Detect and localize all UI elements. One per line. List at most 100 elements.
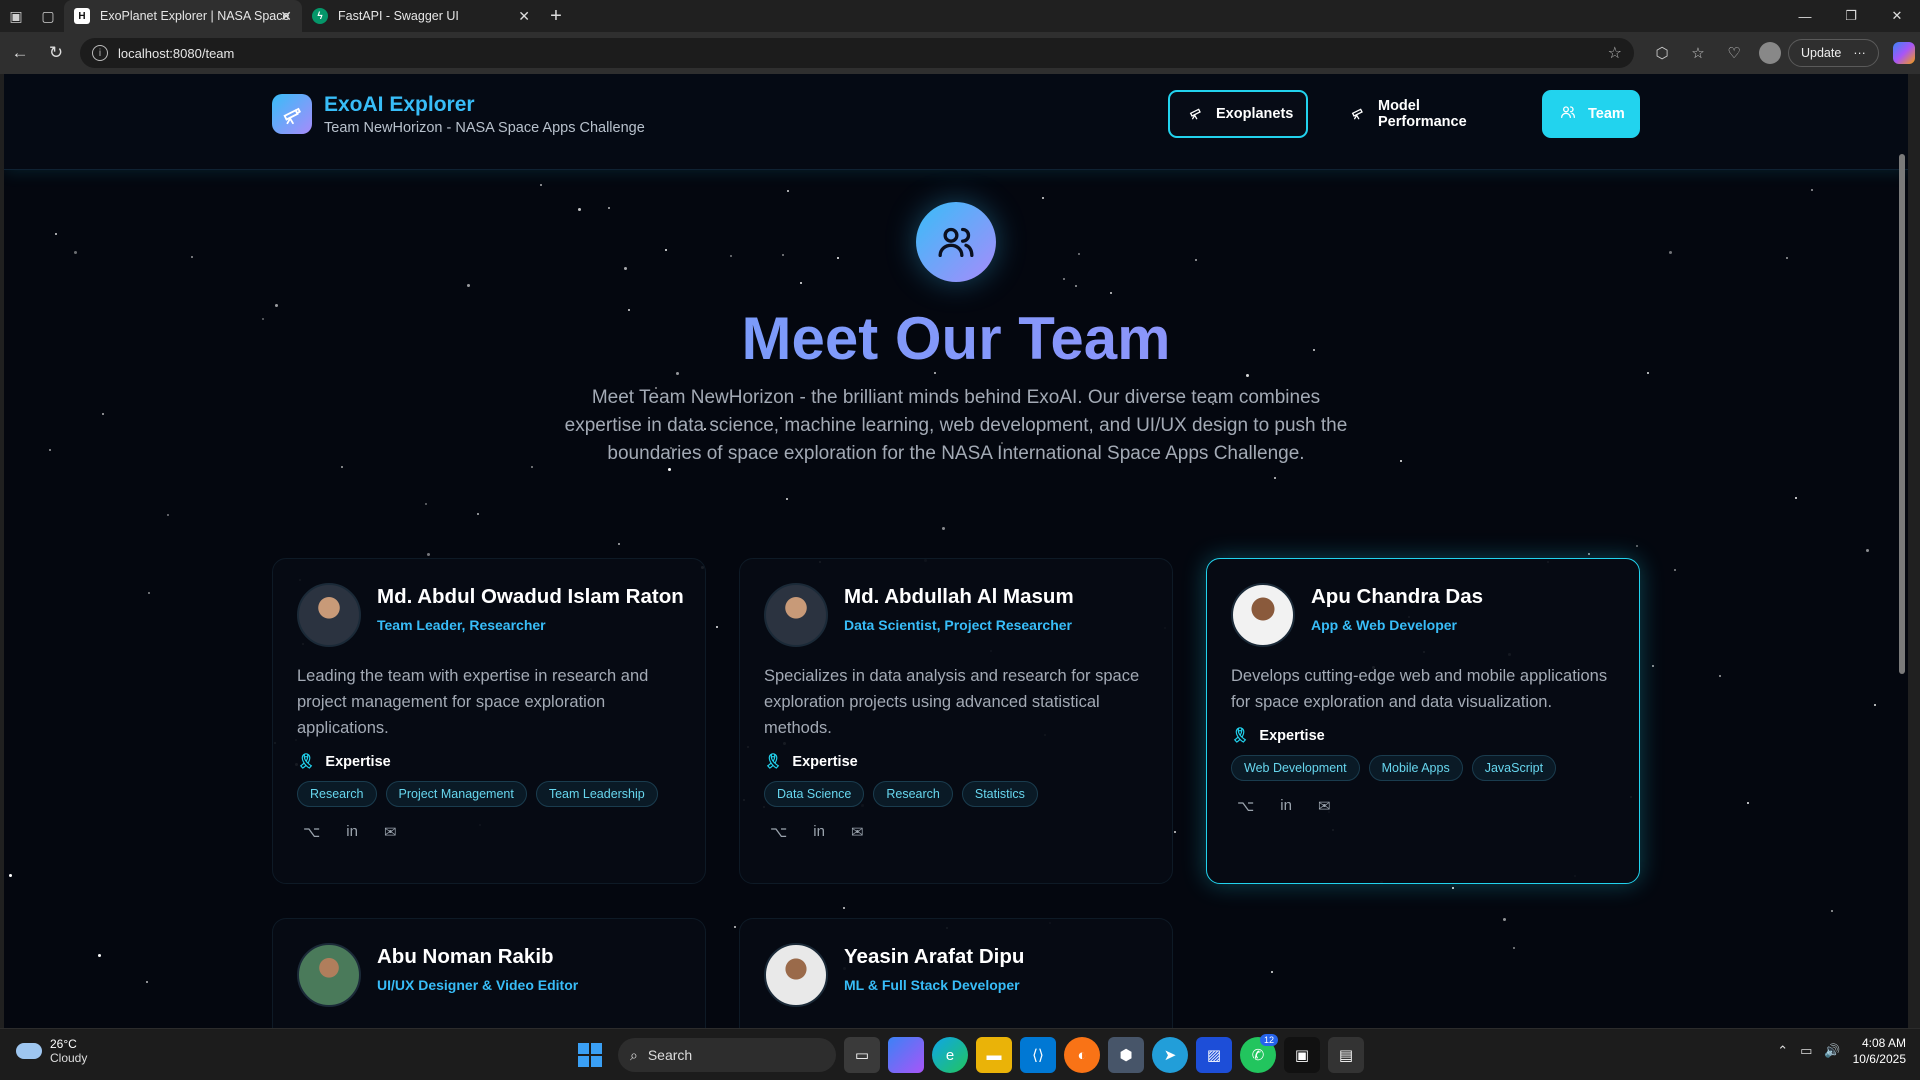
member-avatar — [764, 943, 828, 1007]
star-dot — [55, 233, 57, 235]
address-toolbar: ← ↻ i localhost:8080/team ☆ ⬡ ☆ ♡ Update… — [0, 32, 1920, 74]
star-dot — [782, 254, 784, 256]
tab-title: FastAPI - Swagger UI — [338, 9, 459, 23]
star-dot — [608, 207, 610, 209]
tab-actions-icon[interactable]: ▢ — [32, 0, 64, 32]
chevron-up-icon[interactable]: ⌃ — [1777, 1043, 1788, 1059]
browser-tab-exoplanet[interactable]: H ExoPlanet Explorer | NASA Space ✕ — [64, 0, 302, 32]
expertise-tags: Data Science Research Statistics — [764, 781, 1038, 807]
brand-subtitle: Team NewHorizon - NASA Space Apps Challe… — [324, 120, 645, 136]
star-dot — [800, 282, 802, 284]
whatsapp-icon[interactable]: ✆ 12 — [1240, 1034, 1278, 1073]
close-icon[interactable]: ✕ — [280, 8, 292, 25]
github-icon[interactable]: ⌥ — [770, 823, 787, 841]
linkedin-icon[interactable]: in — [813, 823, 825, 841]
github-icon[interactable]: ⌥ — [303, 823, 320, 841]
volume-icon[interactable]: 🔊 — [1824, 1043, 1840, 1059]
telegram-icon[interactable]: ➤ — [1152, 1037, 1188, 1073]
github-icon[interactable]: ⌥ — [1237, 797, 1254, 815]
cmd-icon[interactable]: ▤ — [1328, 1037, 1364, 1073]
expertise-heading: 🎗 Expertise — [297, 753, 391, 771]
clock[interactable]: 4:08 AM 10/6/2025 — [1853, 1035, 1906, 1067]
team-member-card[interactable]: Abu Noman Rakib UI/UX Designer & Video E… — [272, 918, 706, 1028]
star-dot — [1636, 545, 1638, 547]
star-dot — [1513, 947, 1515, 949]
window-close-button[interactable]: ✕ — [1874, 0, 1920, 32]
edge-icon[interactable]: e — [932, 1037, 968, 1073]
taskbar-search[interactable]: ⌕ Search — [618, 1038, 836, 1072]
star-dot — [618, 543, 620, 545]
url-text: localhost:8080/team — [118, 45, 235, 61]
telescope-logo-icon[interactable] — [272, 94, 312, 134]
extensions-icon[interactable]: ⬡ — [1644, 35, 1680, 71]
vscode-icon[interactable]: ⟨⟩ — [1020, 1037, 1056, 1073]
browser-tab-fastapi[interactable]: ϟ FastAPI - Swagger UI ✕ — [302, 0, 540, 32]
site-info-icon[interactable]: i — [92, 45, 108, 61]
nav-exoplanets-button[interactable]: Exoplanets — [1168, 90, 1308, 138]
page-description: Meet Team NewHorizon - the brilliant min… — [564, 387, 1348, 464]
back-button[interactable]: ← — [2, 35, 38, 71]
more-menu-icon[interactable]: ··· — [1853, 46, 1866, 60]
restore-button[interactable]: ❐ — [1828, 0, 1874, 32]
update-button[interactable]: Update ··· — [1788, 39, 1879, 67]
member-name: Md. Abdullah Al Masum — [844, 585, 1074, 608]
favorites-icon[interactable]: ☆ — [1680, 35, 1716, 71]
member-description: Specializes in data analysis and researc… — [764, 667, 1140, 737]
photos-icon[interactable]: ▨ — [1196, 1037, 1232, 1073]
star-dot — [1503, 918, 1506, 921]
expertise-heading: 🎗 Expertise — [764, 753, 858, 771]
star-dot — [1271, 971, 1273, 973]
start-button[interactable] — [578, 1043, 602, 1067]
team-users-icon — [916, 202, 996, 282]
team-member-card[interactable]: Apu Chandra Das App & Web Developer Deve… — [1206, 558, 1640, 884]
mail-icon[interactable]: ✉ — [851, 823, 864, 841]
file-explorer-icon[interactable]: ▬ — [976, 1037, 1012, 1073]
nav-model-performance-button[interactable]: Model Performance — [1332, 90, 1522, 138]
star-dot — [1669, 251, 1672, 254]
copilot-icon[interactable] — [1892, 42, 1915, 64]
star-dot — [1811, 189, 1813, 191]
team-member-card[interactable]: Yeasin Arafat Dipu ML & Full Stack Devel… — [739, 918, 1173, 1028]
firefox-icon[interactable]: ◐ — [1064, 1037, 1100, 1073]
task-view-icon[interactable]: ▭ — [844, 1037, 880, 1073]
linkedin-icon[interactable]: in — [346, 823, 358, 841]
team-member-card[interactable]: Md. Abdullah Al Masum Data Scientist, Pr… — [739, 558, 1173, 884]
member-avatar — [297, 943, 361, 1007]
star-dot — [477, 513, 479, 515]
workspaces-icon[interactable]: ▣ — [0, 0, 32, 32]
new-tab-button[interactable]: + — [540, 0, 572, 32]
member-avatar — [1231, 583, 1295, 647]
profile-avatar[interactable] — [1759, 42, 1781, 64]
refresh-button[interactable]: ↻ — [38, 35, 74, 71]
expertise-label: Expertise — [792, 753, 858, 770]
star-dot — [1786, 257, 1788, 259]
brand-title[interactable]: ExoAI Explorer — [324, 93, 475, 117]
team-member-card[interactable]: Md. Abdul Owadud Islam Raton Team Leader… — [272, 558, 706, 884]
network-icon[interactable]: ▭ — [1800, 1043, 1812, 1059]
browser-essentials-icon[interactable]: ♡ — [1716, 35, 1752, 71]
address-bar[interactable]: i localhost:8080/team ☆ — [80, 38, 1634, 68]
star-dot — [1246, 374, 1249, 377]
nav-team-button[interactable]: Team — [1542, 90, 1640, 138]
star-dot — [843, 907, 845, 909]
virtualbox-icon[interactable]: ⬢ — [1108, 1037, 1144, 1073]
star-dot — [425, 503, 427, 505]
mail-icon[interactable]: ✉ — [1318, 797, 1331, 815]
close-icon[interactable]: ✕ — [518, 8, 530, 25]
favorite-star-icon[interactable]: ☆ — [1608, 43, 1622, 63]
expertise-tag: JavaScript — [1471, 755, 1557, 781]
copilot-app-icon[interactable] — [888, 1037, 924, 1073]
award-icon: 🎗 — [764, 754, 783, 770]
member-role: ML & Full Stack Developer — [844, 977, 1020, 993]
expertise-tags: Research Project Management Team Leaders… — [297, 781, 658, 807]
page-scrollbar[interactable] — [1899, 154, 1905, 674]
star-dot — [1719, 675, 1721, 677]
terminal-icon[interactable]: ▣ — [1284, 1037, 1320, 1073]
star-dot — [146, 981, 148, 983]
weather-widget[interactable]: 26°C Cloudy — [16, 1037, 87, 1065]
minimize-button[interactable]: — — [1782, 0, 1828, 32]
star-dot — [341, 466, 343, 468]
mail-icon[interactable]: ✉ — [384, 823, 397, 841]
clock-time: 4:08 AM — [1861, 1036, 1906, 1050]
linkedin-icon[interactable]: in — [1280, 797, 1292, 815]
